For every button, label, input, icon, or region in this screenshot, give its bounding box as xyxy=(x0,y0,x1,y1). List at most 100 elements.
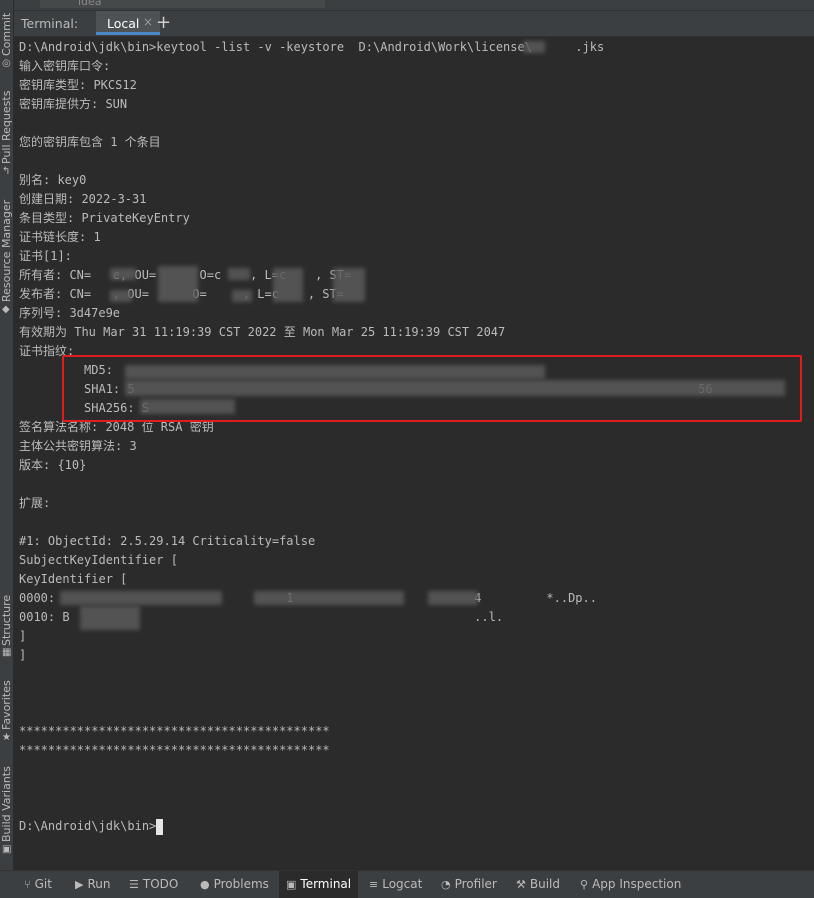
terminal-line-text: ****************************************… xyxy=(19,724,330,738)
redaction-blur xyxy=(273,268,303,302)
redaction-blur xyxy=(523,41,545,53)
app-inspection-icon: ⚲ xyxy=(580,878,589,891)
tool-todo[interactable]: ☰ TODO xyxy=(129,871,178,898)
add-tab-icon[interactable]: + xyxy=(156,12,171,33)
tab-local-label: Local xyxy=(107,16,140,31)
terminal-line-text: 序列号: 3d47e9e xyxy=(19,306,121,320)
build-icon: ⚒ xyxy=(516,878,526,891)
terminal-line: ] xyxy=(19,627,26,646)
terminal-line-text: 扩展: xyxy=(19,496,51,510)
terminal-line: 您的密钥库包含 1 个条目 xyxy=(19,133,161,152)
rail-commit[interactable]: Commit ◎ xyxy=(0,0,13,70)
rail-build-variants[interactable]: Build Variants ▣ xyxy=(0,764,13,860)
terminal-line: 有效期为 Thu Mar 31 11:19:39 CST 2022 至 Mon … xyxy=(19,323,505,342)
terminal-line: ****************************************… xyxy=(19,722,330,741)
tool-terminal-label: Terminal xyxy=(300,877,352,891)
terminal-line: 条目类型: PrivateKeyEntry xyxy=(19,209,190,228)
tool-run[interactable]: ▶ Run xyxy=(75,871,110,898)
resource-manager-icon: ◆ xyxy=(2,304,10,315)
terminal-line-text: 签名算法名称: 2048 位 RSA 密钥 xyxy=(19,420,214,434)
terminal-line-text: D:\Android\jdk\bin>keytool -list -v -key… xyxy=(19,40,605,54)
tool-logcat-label: Logcat xyxy=(382,877,423,891)
project-tree-label: idea xyxy=(78,0,102,8)
left-tool-window-rail: Commit ◎ Pull Requests ↰ Resource Manage… xyxy=(0,0,14,897)
tab-local[interactable]: Local × xyxy=(96,11,160,35)
redaction-blur xyxy=(110,268,136,280)
terminal-line-text: 有效期为 Thu Mar 31 11:19:39 CST 2022 至 Mon … xyxy=(19,325,506,339)
terminal-scrollbar[interactable] xyxy=(809,37,814,869)
terminal-icon: ▣ xyxy=(286,878,297,891)
terminal-line-text: 密钥库类型: PKCS12 xyxy=(19,78,137,92)
terminal-cursor xyxy=(156,818,164,835)
terminal-line: D:\Android\jdk\bin> xyxy=(19,817,164,836)
editor-tab-fragment xyxy=(395,0,814,8)
structure-icon: ▦ xyxy=(2,647,12,658)
terminal-line-text: ] xyxy=(19,629,27,643)
rail-pull-requests[interactable]: Pull Requests ↰ xyxy=(0,86,13,181)
tool-problems[interactable]: ● Problems xyxy=(200,871,269,898)
rail-pull-requests-label: Pull Requests xyxy=(0,90,13,164)
rail-resource-manager-label: Resource Manager xyxy=(0,199,13,302)
rail-favorites[interactable]: Favorites ★ xyxy=(0,680,13,750)
redaction-blur xyxy=(428,591,478,605)
terminal-line-text: 主体公共密钥算法: 3 xyxy=(19,439,137,453)
terminal-line-text: D:\Android\jdk\bin> xyxy=(19,819,157,833)
terminal-line-text: 版本: {10} xyxy=(19,458,87,472)
terminal-title: Terminal: xyxy=(21,16,79,31)
tool-git[interactable]: ⑂ Git xyxy=(24,871,52,898)
terminal-line-text: 输入密钥库口令: xyxy=(19,59,111,73)
rail-structure[interactable]: Structure ▦ xyxy=(0,592,13,662)
terminal-line: KeyIdentifier [ xyxy=(19,570,127,589)
rail-structure-label: Structure xyxy=(0,594,13,646)
close-icon[interactable]: × xyxy=(143,15,153,29)
tool-logcat[interactable]: ≡ Logcat xyxy=(369,871,422,898)
redaction-blur xyxy=(333,268,365,302)
terminal-line-text: ] xyxy=(19,648,27,662)
rail-favorites-label: Favorites xyxy=(0,680,13,730)
tool-profiler-label: Profiler xyxy=(454,877,497,891)
terminal-line-text: 条目类型: PrivateKeyEntry xyxy=(19,211,190,225)
terminal-line: 证书[1]: xyxy=(19,247,72,266)
terminal-line-text: 别名: key0 xyxy=(19,173,87,187)
terminal-line-text: 证书链长度: 1 xyxy=(19,230,101,244)
profiler-icon: ◔ xyxy=(441,878,451,891)
rail-resource-manager[interactable]: Resource Manager ◆ xyxy=(0,200,13,320)
tool-terminal[interactable]: ▣ Terminal xyxy=(279,871,359,898)
tool-build[interactable]: ⚒ Build xyxy=(516,871,560,898)
redaction-blur xyxy=(254,591,404,605)
terminal-line-text: 证书[1]: xyxy=(19,249,72,263)
favorites-icon: ★ xyxy=(2,732,11,743)
terminal-line-text: ****************************************… xyxy=(19,743,330,757)
run-icon: ▶ xyxy=(75,878,84,891)
terminal-line: 主体公共密钥算法: 3 xyxy=(19,437,137,456)
bottom-tool-bar: ⑂ Git ▶ Run ☰ TODO ● Problems ▣ Terminal ≡ Log… xyxy=(0,870,814,898)
fingerprint-highlight-box xyxy=(62,355,802,422)
terminal-line: 创建日期: 2022-3-31 xyxy=(19,190,146,209)
terminal-line: 输入密钥库口令: xyxy=(19,57,110,76)
tool-profiler[interactable]: ◔ Profiler xyxy=(441,871,497,898)
todo-icon: ☰ xyxy=(129,878,139,891)
terminal-line-text: 密钥库提供方: SUN xyxy=(19,97,128,111)
tool-app-inspection[interactable]: ⚲ App Inspection xyxy=(580,871,681,898)
top-project-strip: idea xyxy=(0,0,814,11)
build-variants-icon: ▣ xyxy=(2,844,12,855)
problems-icon: ● xyxy=(200,878,210,891)
terminal-line: ] xyxy=(19,646,26,665)
tool-app-inspection-label: App Inspection xyxy=(592,877,682,891)
tool-problems-label: Problems xyxy=(213,877,269,891)
terminal-line: 别名: key0 xyxy=(19,171,86,190)
rail-commit-label: Commit xyxy=(0,12,13,56)
terminal-line: 扩展: xyxy=(19,494,50,513)
terminal-line: #1: ObjectId: 2.5.29.14 Criticality=fals… xyxy=(19,532,315,551)
terminal-line-text: #1: ObjectId: 2.5.29.14 Criticality=fals… xyxy=(19,534,316,548)
terminal-line-text: 您的密钥库包含 1 个条目 xyxy=(19,135,161,149)
redaction-blur xyxy=(158,266,198,302)
tool-build-label: Build xyxy=(529,877,560,891)
rail-build-variants-label: Build Variants xyxy=(0,766,13,842)
terminal-line-text: SubjectKeyIdentifier [ xyxy=(19,553,178,567)
pull-requests-icon: ↰ xyxy=(2,166,11,177)
tool-todo-label: TODO xyxy=(142,877,179,891)
terminal-tab-bar: Terminal: Local × + xyxy=(14,11,814,37)
terminal-line-text: 创建日期: 2022-3-31 xyxy=(19,192,147,206)
terminal-line: SubjectKeyIdentifier [ xyxy=(19,551,178,570)
